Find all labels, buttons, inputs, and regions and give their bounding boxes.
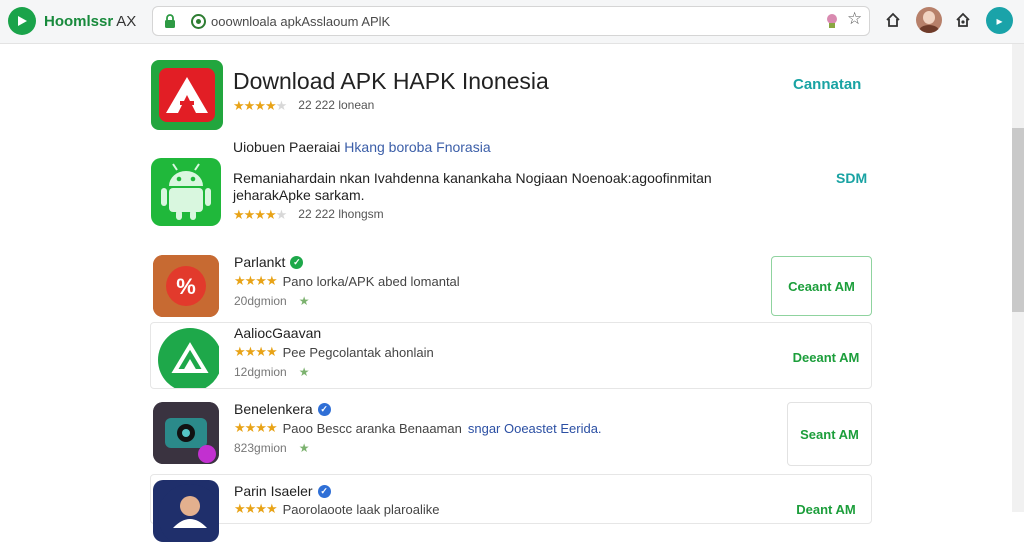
list-item[interactable]: Parin Isaeler ✓ ★★★★ Paorolaoote laak pl… — [150, 474, 872, 542]
app-title[interactable]: Benelenkera ✓ — [234, 401, 331, 417]
app-description: ★★★★ Pano lorka/APK abed lomantal — [234, 273, 460, 289]
play-logo-icon — [8, 7, 36, 35]
app-logo-icon — [151, 60, 223, 130]
section-description: Remaniahardain nkan Ivahdenna kanankaha … — [233, 170, 712, 203]
section-heading-link[interactable]: Hkang boroba Fnorasia — [344, 139, 490, 155]
section-meta-text: 22 222 lhongsm — [298, 207, 384, 221]
app-title[interactable]: AaliocGaavan — [234, 325, 321, 341]
section-link[interactable]: SDM — [836, 170, 867, 186]
home-outline-icon[interactable] — [955, 12, 971, 28]
app-description: ★★★★ Pee Pegcolantak ahonlain — [234, 344, 434, 360]
brand[interactable]: Hoomlssr AX — [8, 6, 136, 36]
hero-meta-text: 22 222 lonean — [298, 98, 375, 112]
address-bar[interactable]: ooownloala apkAsslaoum APlK ☆ — [152, 6, 870, 36]
leaf-icon: ★ — [298, 441, 310, 455]
brand-name: Hoomlssr AX — [44, 12, 137, 30]
leaf-icon: ★ — [298, 294, 310, 308]
profile-avatar[interactable] — [916, 7, 942, 33]
scrollbar-thumb[interactable] — [1012, 128, 1024, 312]
rating-stars: ★★★★ — [234, 273, 278, 288]
app-meta: 823gmion ★ — [234, 441, 310, 455]
android-icon — [151, 158, 221, 226]
menu-circle-icon[interactable]: ▸ — [986, 7, 1013, 34]
section-meta: ★★★★★ 22 222 lhongsm — [233, 207, 384, 223]
site-icon — [191, 14, 206, 29]
app-description: ★★★★ Paoo Bescc aranka Benaaman sngar Oo… — [234, 420, 602, 436]
app-meta: 12dgmion ★ — [234, 365, 310, 379]
bookmark-star-icon[interactable]: ☆ — [847, 10, 862, 27]
home-icon[interactable] — [885, 12, 901, 28]
app-icon — [153, 402, 219, 464]
verified-check-icon: ✓ — [317, 484, 331, 498]
app-icon — [153, 480, 219, 542]
download-button[interactable]: Ceaant AM — [771, 256, 872, 316]
page-title: Download APK HAPK Inonesia — [233, 68, 549, 94]
verified-check-icon: ✓ — [317, 402, 331, 416]
leaf-icon: ★ — [298, 365, 310, 379]
rating-stars: ★★★★ — [234, 344, 278, 359]
list-item[interactable]: AaliocGaavan ★★★★ Pee Pegcolantak ahonla… — [150, 322, 872, 389]
hero-meta: ★★★★★ 22 222 lonean — [233, 98, 374, 114]
address-text[interactable]: ooownloala apkAsslaoum APlK — [211, 14, 390, 29]
app-meta: 20dgmion ★ — [234, 294, 310, 308]
rating-stars: ★★★★★ — [233, 98, 287, 113]
app-description: ★★★★ Paorolaoote laak plaroalike — [234, 501, 440, 517]
app-icon — [153, 326, 219, 388]
extension-icon[interactable] — [825, 13, 839, 29]
app-title[interactable]: Parin Isaeler ✓ — [234, 483, 331, 499]
app-icon: % — [153, 255, 219, 317]
list-item[interactable]: % Parlankt ✓ ★★★★ Pano lorka/APK abed lo… — [150, 251, 872, 318]
rating-stars: ★★★★ — [234, 420, 278, 435]
browser-toolbar: Hoomlssr AX ooownloala apkAsslaoum APlK ☆… — [0, 0, 1024, 44]
rating-stars: ★★★★ — [234, 501, 278, 516]
download-button[interactable]: Deant AM — [781, 499, 871, 519]
hero-link[interactable]: Cannatan — [793, 76, 861, 93]
list-item[interactable]: Benelenkera ✓ ★★★★ Paoo Bescc aranka Ben… — [150, 398, 872, 466]
lock-icon — [165, 14, 175, 28]
rating-stars: ★★★★★ — [233, 207, 287, 222]
download-button[interactable]: Seant AM — [787, 402, 872, 466]
section-heading: Uiobuen Paeraiai Hkang boroba Fnorasia — [233, 139, 491, 155]
app-title[interactable]: Parlankt ✓ — [234, 254, 304, 270]
svg-text:%: % — [176, 274, 196, 299]
download-button[interactable]: Deeant AM — [781, 343, 871, 371]
verified-check-icon: ✓ — [290, 255, 304, 269]
